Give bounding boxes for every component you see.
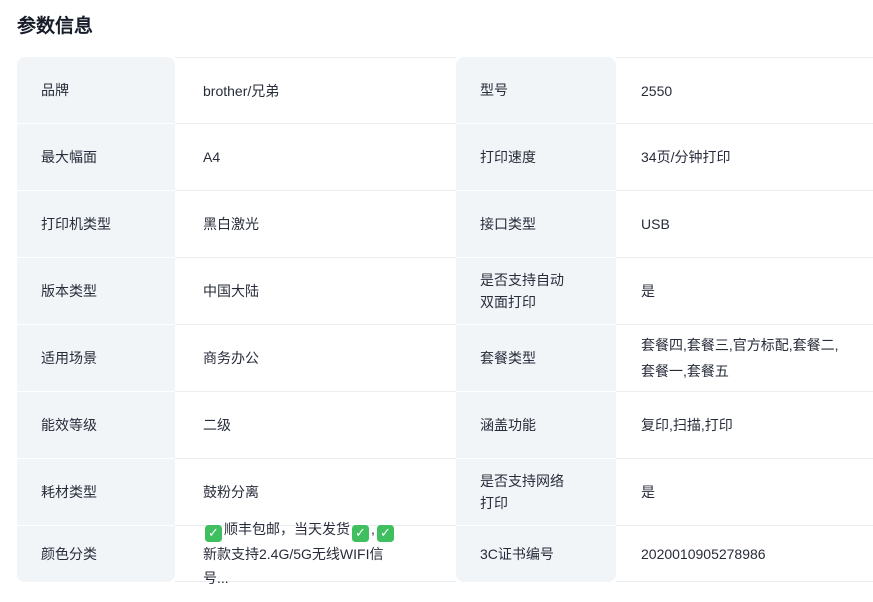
label-text: 颜色分类	[41, 543, 97, 565]
cell-model-value: 2550	[616, 57, 873, 124]
label-text: 3C证书编号	[480, 543, 554, 565]
label-text: 是否支持网络打印	[480, 470, 572, 514]
value-text: 二级	[203, 412, 231, 438]
cell-brand-label: 品牌	[17, 57, 175, 124]
label-text: 品牌	[41, 79, 69, 101]
cell-auto-duplex-value: 是	[616, 258, 873, 325]
value-text: 商务办公	[203, 345, 259, 371]
cell-scenario-label: 适用场景	[17, 325, 175, 392]
label-text: 能效等级	[41, 414, 97, 436]
value-text: ✓顺丰包邮，当天发货✓,✓新款支持2.4G/5G无线WIFI信号...	[203, 517, 408, 590]
cell-model-label: 型号	[456, 57, 616, 124]
value-text: 黑白激光	[203, 211, 259, 237]
cell-consumable-type-label: 耗材类型	[17, 459, 175, 526]
cell-functions-value: 复印,扫描,打印	[616, 392, 873, 459]
page-title: 参数信息	[17, 11, 873, 38]
label-text: 打印机类型	[41, 213, 111, 235]
value-text: 2550	[641, 78, 672, 104]
label-text: 接口类型	[480, 213, 536, 235]
cell-network-print-value: 是	[616, 459, 873, 526]
value-text: 34页/分钟打印	[641, 144, 730, 170]
cell-printer-type-value: 黑白激光	[175, 191, 456, 258]
cell-auto-duplex-label: 是否支持自动双面打印	[456, 258, 616, 325]
cell-cc-cert-no-value: 2020010905278986	[616, 526, 873, 582]
cell-scenario-value: 商务办公	[175, 325, 456, 392]
label-text: 打印速度	[480, 146, 536, 168]
cell-color-category-value: ✓顺丰包邮，当天发货✓,✓新款支持2.4G/5G无线WIFI信号...	[175, 526, 456, 582]
cell-color-category-label: 颜色分类	[17, 526, 175, 582]
value-text: 套餐四,套餐三,官方标配,套餐二,套餐一,套餐五	[641, 332, 846, 384]
value-text: A4	[203, 144, 220, 170]
cell-consumable-type-value: 鼓粉分离	[175, 459, 456, 526]
check-icon: ✓	[377, 525, 394, 542]
cell-print-speed-label: 打印速度	[456, 124, 616, 191]
value-text: brother/兄弟	[203, 78, 279, 104]
cell-interface-type-value: USB	[616, 191, 873, 258]
cell-version-type-value: 中国大陆	[175, 258, 456, 325]
label-text: 耗材类型	[41, 481, 97, 503]
value-text: 是	[641, 278, 655, 304]
cell-brand-value: brother/兄弟	[175, 57, 456, 124]
label-text: 适用场景	[41, 347, 97, 369]
label-text: 涵盖功能	[480, 414, 536, 436]
check-icon: ✓	[352, 525, 369, 542]
cell-functions-label: 涵盖功能	[456, 392, 616, 459]
label-text: 型号	[480, 79, 508, 101]
label-text: 版本类型	[41, 280, 97, 302]
cell-max-size-value: A4	[175, 124, 456, 191]
value-text: 2020010905278986	[641, 541, 766, 567]
cell-energy-level-value: 二级	[175, 392, 456, 459]
parameter-table: 品牌 brother/兄弟 型号 2550 最大幅面 A4 打印速度 34页/分…	[17, 57, 873, 582]
cell-package-type-value: 套餐四,套餐三,官方标配,套餐二,套餐一,套餐五	[616, 325, 873, 392]
cell-max-size-label: 最大幅面	[17, 124, 175, 191]
cell-interface-type-label: 接口类型	[456, 191, 616, 258]
check-icon: ✓	[205, 525, 222, 542]
cell-energy-level-label: 能效等级	[17, 392, 175, 459]
cell-print-speed-value: 34页/分钟打印	[616, 124, 873, 191]
value-text: 中国大陆	[203, 278, 259, 304]
value-text: 复印,扫描,打印	[641, 412, 733, 438]
label-text: 是否支持自动双面打印	[480, 269, 572, 313]
cell-network-print-label: 是否支持网络打印	[456, 459, 616, 526]
value-text: 是	[641, 479, 655, 505]
cell-cc-cert-no-label: 3C证书编号	[456, 526, 616, 582]
value-text: USB	[641, 211, 670, 237]
label-text: 最大幅面	[41, 146, 97, 168]
value-text: 鼓粉分离	[203, 479, 259, 505]
cell-package-type-label: 套餐类型	[456, 325, 616, 392]
cell-version-type-label: 版本类型	[17, 258, 175, 325]
label-text: 套餐类型	[480, 347, 536, 369]
cell-printer-type-label: 打印机类型	[17, 191, 175, 258]
